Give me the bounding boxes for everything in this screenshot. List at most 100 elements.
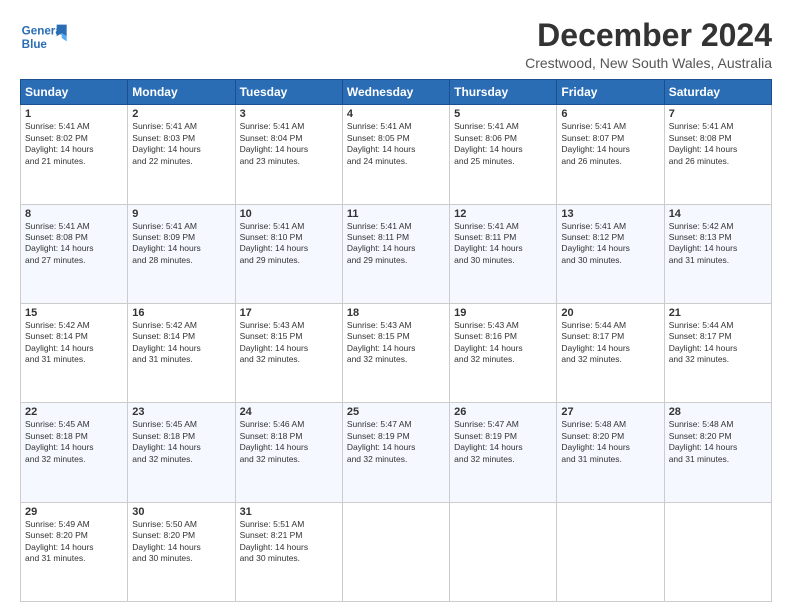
day-number: 8 (25, 208, 123, 220)
table-row: 18Sunrise: 5:43 AM Sunset: 8:15 PM Dayli… (342, 303, 449, 402)
day-number: 1 (25, 108, 123, 120)
table-row: 30Sunrise: 5:50 AM Sunset: 8:20 PM Dayli… (128, 502, 235, 601)
col-friday: Friday (557, 80, 664, 105)
table-row: 19Sunrise: 5:43 AM Sunset: 8:16 PM Dayli… (450, 303, 557, 402)
day-info: Sunrise: 5:42 AM Sunset: 8:14 PM Dayligh… (25, 320, 123, 366)
day-number: 20 (561, 307, 659, 319)
day-number: 12 (454, 208, 552, 220)
table-row (342, 502, 449, 601)
day-info: Sunrise: 5:41 AM Sunset: 8:12 PM Dayligh… (561, 221, 659, 267)
table-row: 31Sunrise: 5:51 AM Sunset: 8:21 PM Dayli… (235, 502, 342, 601)
day-info: Sunrise: 5:45 AM Sunset: 8:18 PM Dayligh… (25, 419, 123, 465)
table-row: 5Sunrise: 5:41 AM Sunset: 8:06 PM Daylig… (450, 105, 557, 204)
day-info: Sunrise: 5:41 AM Sunset: 8:04 PM Dayligh… (240, 121, 338, 167)
day-info: Sunrise: 5:41 AM Sunset: 8:08 PM Dayligh… (25, 221, 123, 267)
day-number: 3 (240, 108, 338, 120)
day-info: Sunrise: 5:44 AM Sunset: 8:17 PM Dayligh… (669, 320, 767, 366)
table-row: 20Sunrise: 5:44 AM Sunset: 8:17 PM Dayli… (557, 303, 664, 402)
page: General Blue December 2024 Crestwood, Ne… (0, 0, 792, 612)
day-number: 10 (240, 208, 338, 220)
main-title: December 2024 (525, 18, 772, 53)
table-row: 12Sunrise: 5:41 AM Sunset: 8:11 PM Dayli… (450, 204, 557, 303)
day-number: 30 (132, 506, 230, 518)
week-row-1: 1Sunrise: 5:41 AM Sunset: 8:02 PM Daylig… (21, 105, 772, 204)
table-row: 24Sunrise: 5:46 AM Sunset: 8:18 PM Dayli… (235, 403, 342, 502)
day-info: Sunrise: 5:41 AM Sunset: 8:03 PM Dayligh… (132, 121, 230, 167)
calendar-header-row: Sunday Monday Tuesday Wednesday Thursday… (21, 80, 772, 105)
col-sunday: Sunday (21, 80, 128, 105)
week-row-4: 22Sunrise: 5:45 AM Sunset: 8:18 PM Dayli… (21, 403, 772, 502)
table-row: 10Sunrise: 5:41 AM Sunset: 8:10 PM Dayli… (235, 204, 342, 303)
title-block: December 2024 Crestwood, New South Wales… (525, 18, 772, 71)
day-info: Sunrise: 5:47 AM Sunset: 8:19 PM Dayligh… (347, 419, 445, 465)
day-number: 17 (240, 307, 338, 319)
day-info: Sunrise: 5:48 AM Sunset: 8:20 PM Dayligh… (669, 419, 767, 465)
day-number: 28 (669, 406, 767, 418)
day-number: 2 (132, 108, 230, 120)
day-info: Sunrise: 5:41 AM Sunset: 8:06 PM Dayligh… (454, 121, 552, 167)
svg-text:Blue: Blue (22, 38, 48, 51)
day-number: 15 (25, 307, 123, 319)
table-row: 13Sunrise: 5:41 AM Sunset: 8:12 PM Dayli… (557, 204, 664, 303)
day-number: 29 (25, 506, 123, 518)
day-number: 24 (240, 406, 338, 418)
day-info: Sunrise: 5:50 AM Sunset: 8:20 PM Dayligh… (132, 519, 230, 565)
day-info: Sunrise: 5:49 AM Sunset: 8:20 PM Dayligh… (25, 519, 123, 565)
day-number: 31 (240, 506, 338, 518)
table-row: 23Sunrise: 5:45 AM Sunset: 8:18 PM Dayli… (128, 403, 235, 502)
day-number: 7 (669, 108, 767, 120)
table-row: 7Sunrise: 5:41 AM Sunset: 8:08 PM Daylig… (664, 105, 771, 204)
subtitle: Crestwood, New South Wales, Australia (525, 55, 772, 71)
logo-icon: General Blue (20, 18, 70, 58)
table-row: 29Sunrise: 5:49 AM Sunset: 8:20 PM Dayli… (21, 502, 128, 601)
day-number: 23 (132, 406, 230, 418)
col-thursday: Thursday (450, 80, 557, 105)
table-row: 16Sunrise: 5:42 AM Sunset: 8:14 PM Dayli… (128, 303, 235, 402)
table-row (557, 502, 664, 601)
day-info: Sunrise: 5:47 AM Sunset: 8:19 PM Dayligh… (454, 419, 552, 465)
day-number: 16 (132, 307, 230, 319)
day-number: 27 (561, 406, 659, 418)
day-info: Sunrise: 5:45 AM Sunset: 8:18 PM Dayligh… (132, 419, 230, 465)
day-number: 26 (454, 406, 552, 418)
day-info: Sunrise: 5:43 AM Sunset: 8:16 PM Dayligh… (454, 320, 552, 366)
table-row (664, 502, 771, 601)
day-number: 6 (561, 108, 659, 120)
col-tuesday: Tuesday (235, 80, 342, 105)
table-row: 1Sunrise: 5:41 AM Sunset: 8:02 PM Daylig… (21, 105, 128, 204)
day-number: 25 (347, 406, 445, 418)
table-row: 28Sunrise: 5:48 AM Sunset: 8:20 PM Dayli… (664, 403, 771, 502)
week-row-3: 15Sunrise: 5:42 AM Sunset: 8:14 PM Dayli… (21, 303, 772, 402)
day-number: 4 (347, 108, 445, 120)
table-row: 3Sunrise: 5:41 AM Sunset: 8:04 PM Daylig… (235, 105, 342, 204)
week-row-5: 29Sunrise: 5:49 AM Sunset: 8:20 PM Dayli… (21, 502, 772, 601)
header: General Blue December 2024 Crestwood, Ne… (20, 18, 772, 71)
day-number: 14 (669, 208, 767, 220)
day-info: Sunrise: 5:41 AM Sunset: 8:11 PM Dayligh… (454, 221, 552, 267)
day-number: 5 (454, 108, 552, 120)
day-info: Sunrise: 5:41 AM Sunset: 8:05 PM Dayligh… (347, 121, 445, 167)
day-number: 19 (454, 307, 552, 319)
day-info: Sunrise: 5:41 AM Sunset: 8:07 PM Dayligh… (561, 121, 659, 167)
table-row: 14Sunrise: 5:42 AM Sunset: 8:13 PM Dayli… (664, 204, 771, 303)
table-row: 11Sunrise: 5:41 AM Sunset: 8:11 PM Dayli… (342, 204, 449, 303)
day-number: 22 (25, 406, 123, 418)
day-number: 21 (669, 307, 767, 319)
table-row: 26Sunrise: 5:47 AM Sunset: 8:19 PM Dayli… (450, 403, 557, 502)
table-row: 17Sunrise: 5:43 AM Sunset: 8:15 PM Dayli… (235, 303, 342, 402)
day-number: 9 (132, 208, 230, 220)
table-row: 22Sunrise: 5:45 AM Sunset: 8:18 PM Dayli… (21, 403, 128, 502)
day-info: Sunrise: 5:41 AM Sunset: 8:11 PM Dayligh… (347, 221, 445, 267)
table-row: 21Sunrise: 5:44 AM Sunset: 8:17 PM Dayli… (664, 303, 771, 402)
table-row: 8Sunrise: 5:41 AM Sunset: 8:08 PM Daylig… (21, 204, 128, 303)
day-info: Sunrise: 5:51 AM Sunset: 8:21 PM Dayligh… (240, 519, 338, 565)
table-row: 9Sunrise: 5:41 AM Sunset: 8:09 PM Daylig… (128, 204, 235, 303)
day-info: Sunrise: 5:42 AM Sunset: 8:14 PM Dayligh… (132, 320, 230, 366)
col-saturday: Saturday (664, 80, 771, 105)
table-row: 2Sunrise: 5:41 AM Sunset: 8:03 PM Daylig… (128, 105, 235, 204)
col-wednesday: Wednesday (342, 80, 449, 105)
day-info: Sunrise: 5:41 AM Sunset: 8:10 PM Dayligh… (240, 221, 338, 267)
day-number: 18 (347, 307, 445, 319)
logo: General Blue (20, 18, 70, 58)
day-info: Sunrise: 5:44 AM Sunset: 8:17 PM Dayligh… (561, 320, 659, 366)
